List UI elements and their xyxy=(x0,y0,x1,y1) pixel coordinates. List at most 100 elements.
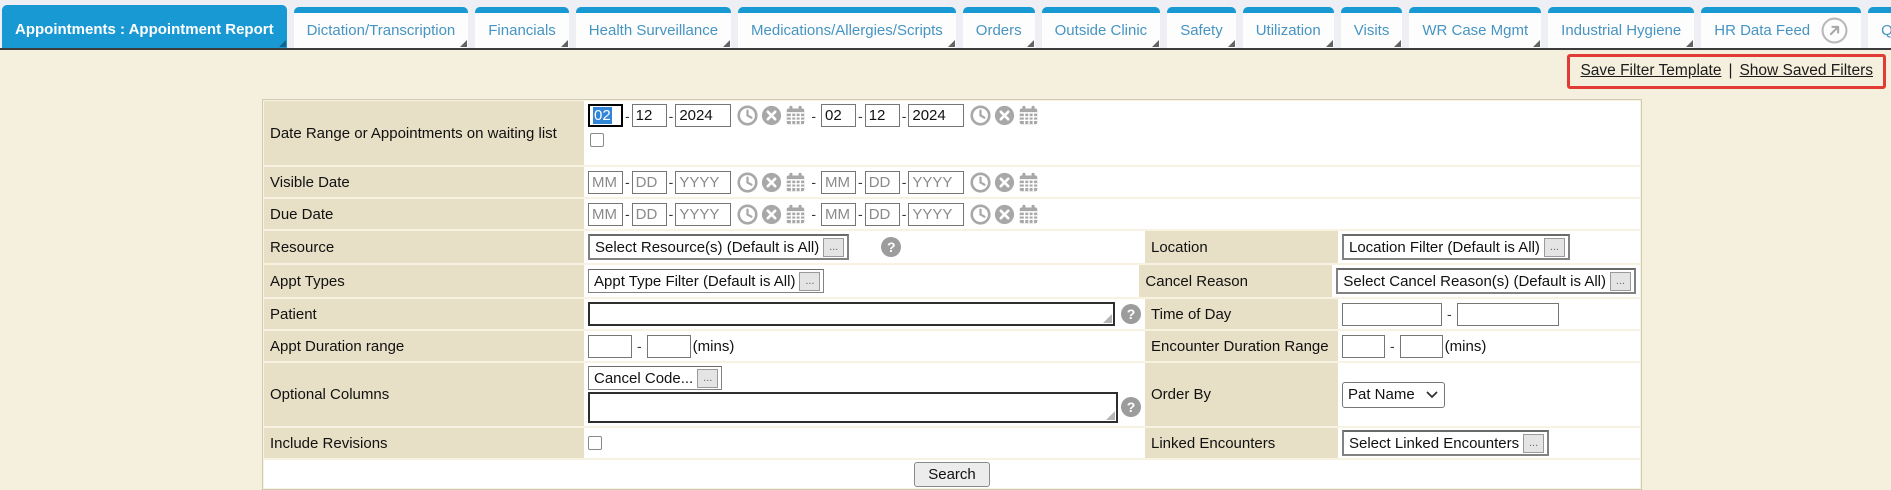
time-of-day-to-input[interactable] xyxy=(1457,303,1559,326)
calendar-icon[interactable] xyxy=(785,172,806,193)
tab-safety[interactable]: Safety xyxy=(1167,7,1236,48)
encounter-duration-min-input[interactable] xyxy=(1342,335,1385,358)
include-revisions-checkbox[interactable] xyxy=(588,436,602,450)
optional-columns-input[interactable] xyxy=(588,392,1118,423)
date-to-day-input[interactable] xyxy=(865,104,900,127)
linked-encounters-more-button[interactable]: ... xyxy=(1523,434,1544,453)
due-date-inputs: - - - - - xyxy=(584,199,1640,229)
clear-date-icon[interactable] xyxy=(761,204,782,225)
external-link-icon[interactable] xyxy=(1821,17,1848,44)
date-range-inputs: 02 - - - - - xyxy=(584,101,1640,165)
search-button[interactable]: Search xyxy=(914,462,990,487)
optional-columns-more-button[interactable]: ... xyxy=(697,369,718,388)
clock-icon[interactable] xyxy=(970,204,991,225)
tab-corner-fold xyxy=(723,40,730,47)
show-saved-filters-link[interactable]: Show Saved Filters xyxy=(1739,62,1873,80)
visible-from-day-input[interactable] xyxy=(632,171,667,194)
due-from-year-input[interactable] xyxy=(675,203,731,226)
tab-visits[interactable]: Visits xyxy=(1341,7,1403,48)
date-from-year-input[interactable] xyxy=(675,104,731,127)
tab-industrial-hygiene[interactable]: Industrial Hygiene xyxy=(1548,7,1694,48)
tab-orders[interactable]: Orders xyxy=(963,7,1035,48)
linked-encounters-cell: Select Linked Encounters... xyxy=(1338,428,1640,458)
cancel-code-button[interactable]: Cancel Code...... xyxy=(588,366,722,390)
tab-financials[interactable]: Financials xyxy=(475,7,569,48)
clear-date-icon[interactable] xyxy=(761,105,782,126)
clock-icon[interactable] xyxy=(970,172,991,193)
help-icon[interactable]: ? xyxy=(881,237,901,257)
calendar-icon[interactable] xyxy=(1018,105,1039,126)
clear-date-icon[interactable] xyxy=(994,204,1015,225)
date-range-label: Date Range or Appointments on waiting li… xyxy=(264,101,584,165)
appt-duration-max-input[interactable] xyxy=(647,335,691,358)
cancel-reason-button[interactable]: Select Cancel Reason(s) (Default is All)… xyxy=(1336,268,1636,294)
calendar-icon[interactable] xyxy=(1018,172,1039,193)
save-filter-template-link[interactable]: Save Filter Template xyxy=(1580,62,1721,80)
tab-label: Financials xyxy=(488,22,556,39)
tab-label: Utilization xyxy=(1256,22,1321,39)
visible-to-day-input[interactable] xyxy=(865,171,900,194)
resource-more-button[interactable]: ... xyxy=(823,238,844,257)
clock-icon[interactable] xyxy=(737,172,758,193)
visible-from-month-input[interactable] xyxy=(588,171,623,194)
linked-encounters-button[interactable]: Select Linked Encounters... xyxy=(1342,430,1549,456)
tab-hr-data-feed[interactable]: HR Data Feed xyxy=(1701,7,1861,48)
clear-date-icon[interactable] xyxy=(994,172,1015,193)
patient-input[interactable] xyxy=(588,302,1115,326)
tab-health-surveillance[interactable]: Health Surveillance xyxy=(576,7,731,48)
row-optional-columns-order-by: Optional Columns Cancel Code...... ? Ord… xyxy=(264,363,1640,426)
visible-to-year-input[interactable] xyxy=(908,171,964,194)
calendar-icon[interactable] xyxy=(785,105,806,126)
due-to-month-input[interactable] xyxy=(821,203,856,226)
tab-wr-case-mgmt[interactable]: WR Case Mgmt xyxy=(1409,7,1541,48)
clear-date-icon[interactable] xyxy=(994,105,1015,126)
due-to-day-input[interactable] xyxy=(865,203,900,226)
tab-label: Quality of Care xyxy=(1881,22,1891,39)
linked-encounters-label: Linked Encounters xyxy=(1145,428,1338,458)
appt-duration-min-input[interactable] xyxy=(588,335,632,358)
due-from-day-input[interactable] xyxy=(632,203,667,226)
clock-icon[interactable] xyxy=(737,204,758,225)
help-icon[interactable]: ? xyxy=(1121,304,1141,324)
tab-corner-fold xyxy=(279,40,286,47)
date-from-month-input[interactable]: 02 xyxy=(588,104,623,127)
row-durations: Appt Duration range - (mins) Encounter D… xyxy=(264,331,1640,361)
date-to-month-input[interactable] xyxy=(821,104,856,127)
due-to-year-input[interactable] xyxy=(908,203,964,226)
time-of-day-from-input[interactable] xyxy=(1342,303,1442,326)
due-from-month-input[interactable] xyxy=(588,203,623,226)
tab-medications-allergies-scripts[interactable]: Medications/Allergies/Scripts xyxy=(738,7,956,48)
waiting-list-checkbox[interactable] xyxy=(590,133,604,147)
tab-label: Health Surveillance xyxy=(589,22,718,39)
tab-quality-of-care[interactable]: Quality of Care xyxy=(1868,7,1891,48)
cancel-reason-more-button[interactable]: ... xyxy=(1610,272,1631,291)
tab-outside-clinic[interactable]: Outside Clinic xyxy=(1042,7,1161,48)
visible-to-month-input[interactable] xyxy=(821,171,856,194)
visible-from-year-input[interactable] xyxy=(675,171,731,194)
order-by-select[interactable]: Pat Name xyxy=(1342,382,1445,408)
tab-corner-fold xyxy=(460,40,467,47)
tab-dictation-transcription[interactable]: Dictation/Transcription xyxy=(294,7,469,48)
calendar-icon[interactable] xyxy=(785,204,806,225)
clock-icon[interactable] xyxy=(737,105,758,126)
help-icon[interactable]: ? xyxy=(1121,397,1141,417)
location-more-button[interactable]: ... xyxy=(1544,238,1565,257)
row-patient-time-of-day: Patient ? Time of Day - xyxy=(264,299,1640,329)
encounter-duration-max-input[interactable] xyxy=(1400,335,1443,358)
tab-utilization[interactable]: Utilization xyxy=(1243,7,1334,48)
search-cell: Search xyxy=(264,460,1640,488)
tab-corner-fold xyxy=(1533,40,1540,47)
location-filter-button[interactable]: Location Filter (Default is All)... xyxy=(1342,234,1570,260)
appt-types-more-button[interactable]: ... xyxy=(799,272,820,291)
clear-date-icon[interactable] xyxy=(761,172,782,193)
select-resource-button[interactable]: Select Resource(s) (Default is All)... xyxy=(588,234,849,260)
clock-icon[interactable] xyxy=(970,105,991,126)
include-revisions-label: Include Revisions xyxy=(264,428,584,458)
date-to-year-input[interactable] xyxy=(908,104,964,127)
date-from-day-input[interactable] xyxy=(632,104,667,127)
filter-form: Date Range or Appointments on waiting li… xyxy=(262,99,1642,490)
appt-type-filter-button[interactable]: Appt Type Filter (Default is All)... xyxy=(588,269,824,293)
calendar-icon[interactable] xyxy=(1018,204,1039,225)
tab-appointments-appointment-report[interactable]: Appointments : Appointment Report xyxy=(2,5,287,48)
tab-corner-fold xyxy=(948,40,955,47)
